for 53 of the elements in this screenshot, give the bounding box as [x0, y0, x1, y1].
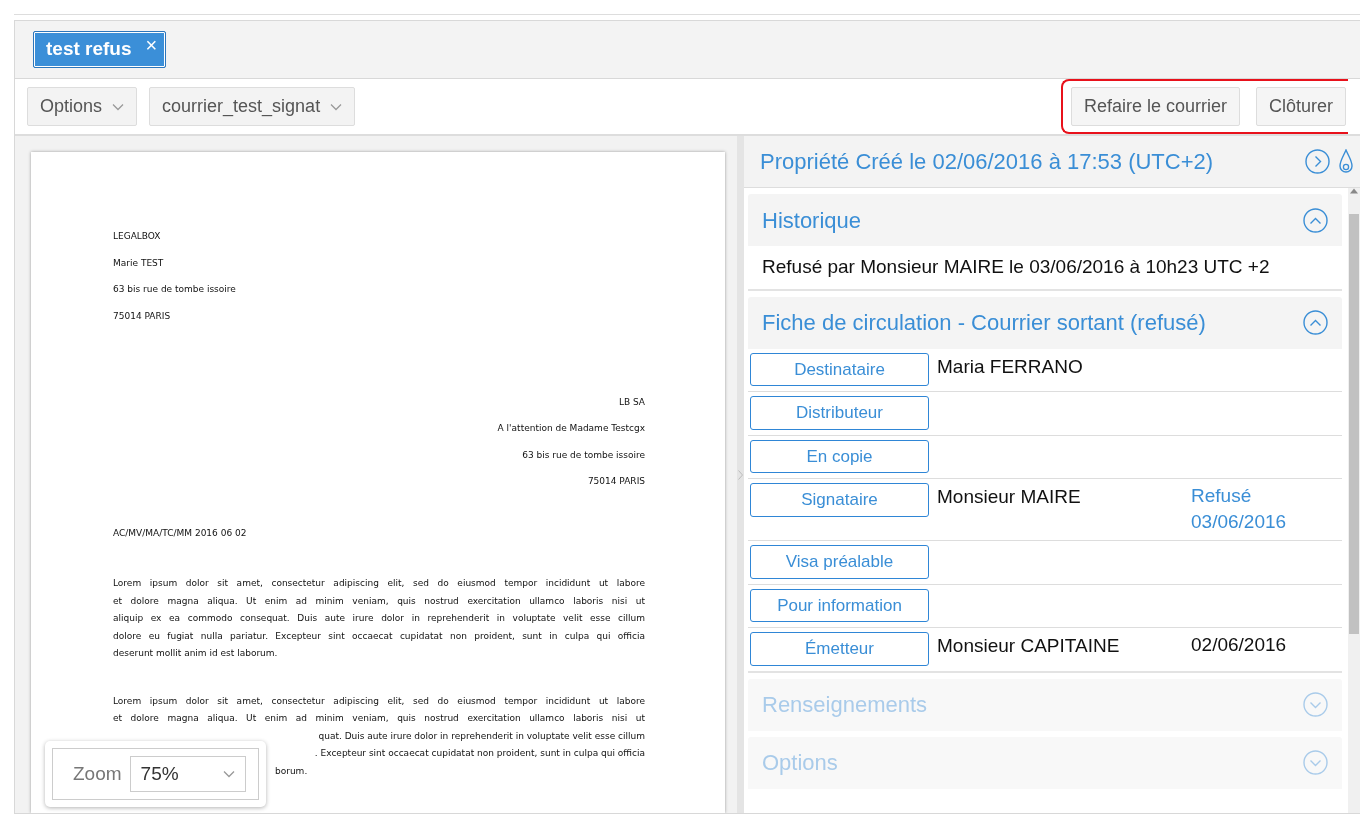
action-button[interactable]: Refaire le courrier — [1070, 87, 1240, 126]
dropdown-button[interactable]: Options — [27, 87, 138, 126]
document-text: et dolore magna aliqua. Ut enim ad minim veniam, quis nostrud exercitation ullamco laboris nisi ut — [113, 594, 645, 608]
document-text: borum. — [275, 764, 308, 778]
role-button[interactable]: Émetteur — [750, 632, 929, 666]
scrollbar[interactable] — [1348, 188, 1360, 813]
document-text: aliquip ex ea commodo consequat. Duis aute irure dolor in reprehenderit in voluptate velit esse cillum — [113, 612, 645, 625]
document-text: 63 bis rue de tombe issoire — [113, 283, 237, 295]
role-button[interactable]: Destinataire — [750, 352, 929, 386]
document-text: AC/MV/MA/TC/MM 2016 06 02 — [113, 527, 248, 539]
recipient-name: Monsieur CAPITAINE — [936, 634, 1121, 658]
role-button[interactable]: Pour information — [750, 588, 929, 622]
zoom-select[interactable]: 75% — [129, 755, 246, 792]
close-button[interactable]: × — [145, 35, 158, 56]
document-text: Marie TEST — [113, 256, 165, 269]
document-text: LEGALBOX — [113, 230, 162, 242]
chevron-icon — [738, 469, 743, 480]
recipient-name: Monsieur MAIRE — [936, 485, 1082, 509]
document-text: 75014 PARIS — [113, 309, 172, 322]
caret-icon — [330, 102, 343, 111]
dropdown-button[interactable]: courrier_test_signat — [149, 87, 356, 126]
document-text: Lorem ipsum dolor sit amet, consectetur adipiscing elit, sed do eiusmod tempor incididunt ut labore — [113, 577, 645, 590]
collapse-icon[interactable] — [1303, 207, 1328, 233]
caret-icon — [112, 102, 125, 111]
document-text: quat. Duis aute irure dolor in reprehenderit in voluptate velit esse cillum — [317, 729, 645, 743]
role-button[interactable]: En copie — [750, 439, 929, 473]
status-text: Refusé 03/06/2016 — [1191, 484, 1288, 534]
document-text: deserunt mollit anim id est laborum. — [113, 647, 279, 660]
panel-title: Propriété Créé le 02/06/2016 à 17:53 (UTC+2) — [760, 148, 1214, 176]
section-header[interactable]: Fiche de circulation - Courrier sortant (refusé) — [748, 296, 1342, 349]
document-text: A l'attention de Madame Testcgx — [496, 422, 645, 434]
role-button[interactable]: Visa préalable — [750, 545, 929, 579]
zoom-label: Zoom — [73, 761, 122, 786]
document-text: Lorem ipsum dolor sit amet, consectetur adipiscing elit, sed do eiusmod tempor incididunt ut labore — [113, 694, 645, 708]
splitter-handle[interactable] — [737, 136, 744, 813]
document-text: 63 bis rue de tombe issoire — [521, 448, 645, 461]
section-header[interactable]: Historique — [748, 194, 1342, 246]
collapse-icon[interactable] — [1303, 310, 1328, 335]
history-entry: Refusé par Monsieur MAIRE le 03/06/2016 à 10h23 UTC +2 — [761, 255, 1271, 279]
document-text: dolore eu fugiat nulla pariatur. Excepteur sint occaecat cupidatat non proident, sunt in culpa qui officia — [113, 629, 645, 643]
role-button[interactable]: Signataire — [750, 483, 929, 517]
status-text: 02/06/2016 — [1191, 633, 1287, 657]
document-text: LB SA — [617, 395, 645, 408]
document-text: et dolore magna aliqua. Ut enim ad minim veniam, quis nostrud exercitation ullamco laboris nisi ut — [113, 712, 645, 725]
document-text: 75014 PARIS — [586, 475, 645, 487]
document-tab[interactable]: test refus × — [33, 31, 167, 68]
chevron-circle-icon[interactable] — [1305, 149, 1330, 174]
caret-icon — [222, 769, 235, 778]
role-button[interactable]: Distributeur — [750, 396, 929, 430]
recipient-name: Maria FERRANO — [936, 354, 1084, 379]
document-text: . Excepteur sint occaecat cupidatat non proident, sunt in culpa qui officia — [313, 747, 645, 760]
drop-icon[interactable] — [1338, 148, 1354, 175]
action-button[interactable]: Clôturer — [1255, 87, 1346, 126]
